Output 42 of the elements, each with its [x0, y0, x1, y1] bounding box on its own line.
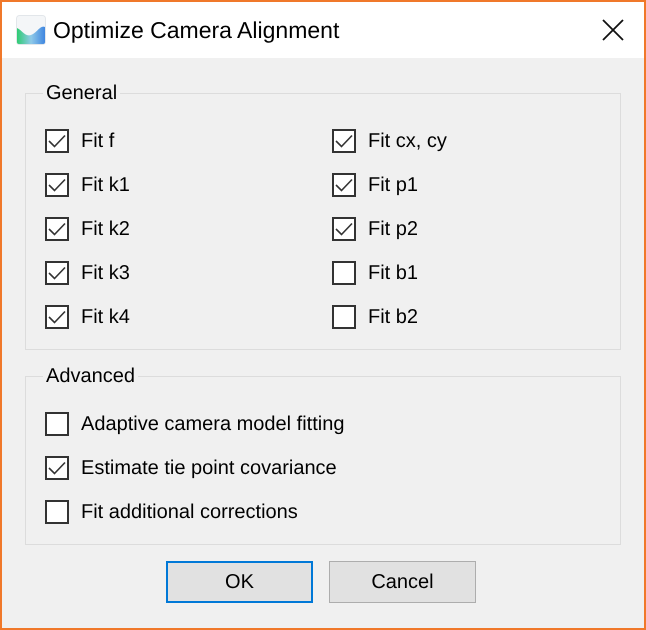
app-logo-icon [16, 15, 46, 45]
default-button[interactable]: OK [166, 561, 313, 603]
checkbox-label[interactable]: Fit p1 [368, 174, 418, 196]
checkbox[interactable] [332, 305, 356, 329]
checkbox-label[interactable]: Fit f [81, 130, 114, 152]
checkbox-label[interactable]: Fit p2 [368, 218, 418, 240]
checkbox[interactable] [45, 412, 69, 436]
checkbox-label[interactable]: Fit k1 [81, 174, 130, 196]
checkbox[interactable] [332, 173, 356, 197]
dialog-button[interactable]: Cancel [329, 561, 476, 603]
checkbox[interactable] [45, 305, 69, 329]
checkbox[interactable] [45, 456, 69, 480]
checkbox-label[interactable]: Fit b2 [368, 306, 418, 328]
checkmark-icon [48, 461, 66, 475]
checkbox[interactable] [332, 217, 356, 241]
checkbox-label[interactable]: Fit cx, cy [368, 130, 447, 152]
checkbox-label[interactable]: Fit b1 [368, 262, 418, 284]
checkbox[interactable] [332, 261, 356, 285]
checkbox[interactable] [45, 129, 69, 153]
checkbox-label[interactable]: Fit k2 [81, 218, 130, 240]
group-title: Advanced [45, 364, 136, 388]
checkmark-icon [48, 134, 66, 148]
close-icon[interactable] [602, 19, 624, 41]
checkbox[interactable] [45, 500, 69, 524]
checkbox-label[interactable]: Fit k3 [81, 262, 130, 284]
window-title: Optimize Camera Alignment [53, 16, 340, 44]
checkmark-icon [48, 178, 66, 192]
checkbox-label[interactable]: Adaptive camera model fitting [81, 412, 344, 436]
checkmark-icon [335, 222, 353, 236]
checkbox-label[interactable]: Fit additional corrections [81, 500, 298, 524]
checkbox-label[interactable]: Estimate tie point covariance [81, 456, 337, 480]
checkmark-icon [48, 310, 66, 324]
checkmark-icon [48, 222, 66, 236]
checkbox-label[interactable]: Fit k4 [81, 306, 130, 328]
checkmark-icon [335, 134, 353, 148]
group-title: General [45, 81, 118, 105]
checkbox[interactable] [45, 261, 69, 285]
checkmark-icon [335, 178, 353, 192]
checkbox[interactable] [45, 217, 69, 241]
checkbox[interactable] [332, 129, 356, 153]
checkmark-icon [48, 266, 66, 280]
checkbox[interactable] [45, 173, 69, 197]
